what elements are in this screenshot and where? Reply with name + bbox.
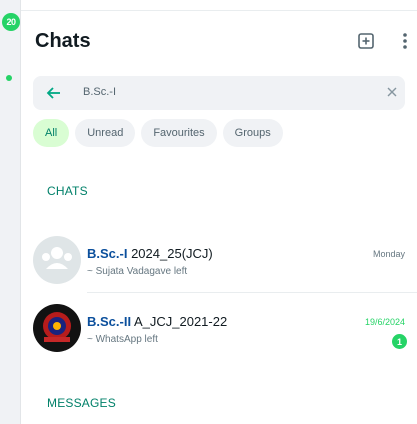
filter-groups[interactable]: Groups [222, 119, 283, 147]
chat-row[interactable]: B.Sc.-II A_JCJ_2021-22 ~ WhatsApp left 1… [21, 296, 417, 360]
clear-icon[interactable] [385, 85, 399, 99]
group-avatar [33, 236, 81, 284]
menu-icon[interactable] [397, 30, 413, 52]
row-divider [87, 292, 417, 293]
chat-last-message: ~ Sujata Vadagave left [87, 266, 188, 277]
chat-list-panel: Chats B.Sc.-I All Unread Favourites Grou… [21, 0, 417, 424]
top-divider [21, 10, 417, 11]
chat-last-message: ~ WhatsApp left [87, 334, 158, 345]
back-arrow-icon[interactable] [45, 84, 63, 102]
search-bar: B.Sc.-I [33, 76, 405, 110]
unread-count-badge: 1 [392, 334, 407, 349]
left-rail: 20 [0, 0, 21, 424]
filter-unread[interactable]: Unread [75, 119, 136, 147]
chat-name: B.Sc.-I 2024_25(JCJ) [87, 246, 213, 261]
filter-favourites[interactable]: Favourites [141, 119, 217, 147]
filter-chips: All Unread Favourites Groups [33, 119, 283, 147]
rail-status-dot [6, 75, 12, 81]
chat-time: 19/6/2024 [364, 317, 405, 327]
filter-all[interactable]: All [33, 119, 70, 147]
chat-time: Monday [372, 249, 405, 259]
chat-name: B.Sc.-II A_JCJ_2021-22 [87, 314, 228, 329]
page-title: Chats [35, 30, 91, 52]
chat-row[interactable]: B.Sc.-I 2024_25(JCJ) ~ Sujata Vadagave l… [21, 228, 417, 292]
group-avatar-logo [33, 304, 81, 352]
search-input[interactable]: B.Sc.-I [83, 86, 116, 98]
section-messages: MESSAGES [47, 396, 116, 410]
new-chat-icon[interactable] [357, 32, 375, 50]
rail-unread-badge[interactable]: 20 [2, 13, 20, 31]
section-chats: CHATS [47, 184, 88, 198]
